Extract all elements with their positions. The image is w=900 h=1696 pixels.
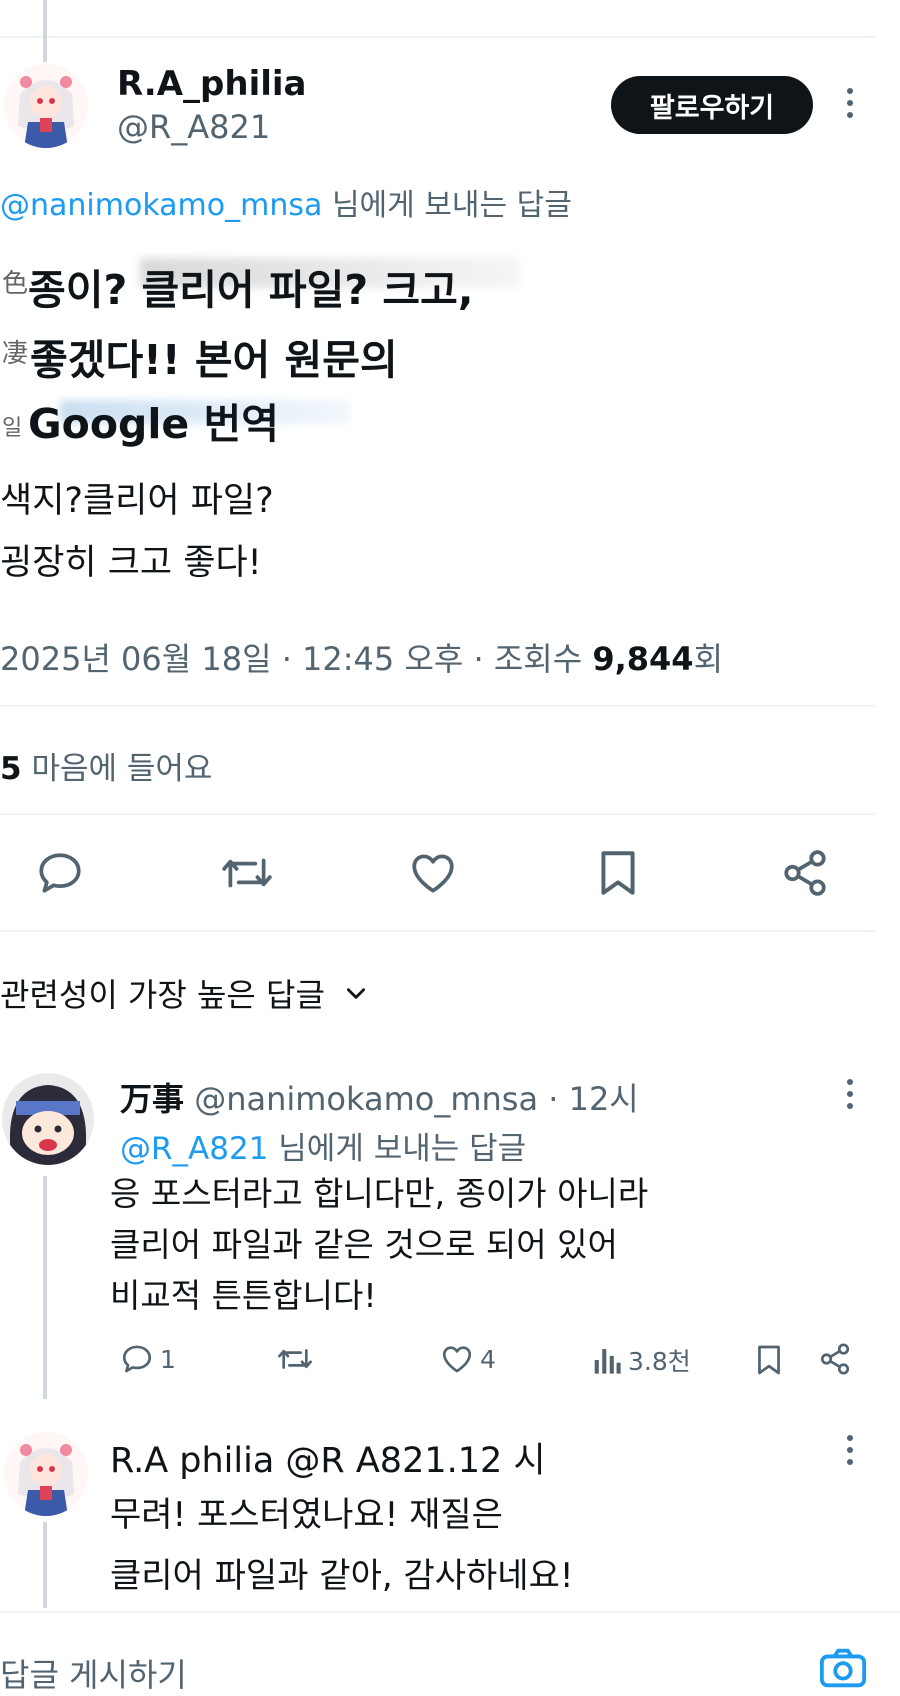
speech-bubble-icon[interactable] xyxy=(35,848,85,902)
reply1-thread-line xyxy=(43,1176,47,1399)
reply1-handle-time[interactable]: @nanimokamo_mnsa · 12시 xyxy=(194,1080,639,1118)
camera-icon[interactable] xyxy=(818,1646,868,1694)
thread-connector xyxy=(43,0,47,62)
likes-label: 마음에 들어요 xyxy=(31,751,213,787)
reply1-text-line-1: 응 포스터라고 합니다만, 종이가 아니라 xyxy=(110,1174,649,1213)
reply-to-suffix: 님에게 보내는 답글 xyxy=(331,188,572,223)
bookmark-icon xyxy=(758,1345,780,1375)
likes-count: 5 xyxy=(0,751,22,787)
reply1-views-action[interactable]: 3.8천 xyxy=(592,1342,691,1378)
replies-sort-dropdown[interactable]: 관련성이 가장 높은 답글 xyxy=(0,970,369,1016)
reply2-text-line-1: 무려! 포스터였나요! 재질은 xyxy=(110,1495,503,1535)
follow-button[interactable]: 팔로우하기 xyxy=(611,76,813,134)
ghost-glyph-1: 色 xyxy=(2,269,29,299)
divider-2 xyxy=(0,813,875,815)
reply1-retweet-action[interactable] xyxy=(276,1342,314,1376)
reply1-like-count: 4 xyxy=(480,1344,496,1374)
tweet-text-line-1: 색지?클리어 파일? xyxy=(0,481,274,521)
bookmark-icon[interactable] xyxy=(595,848,641,902)
author-name[interactable]: R.A_philia xyxy=(117,64,307,104)
reply2-text-line-2: 클리어 파일과 같아, 감사하네요! xyxy=(110,1556,574,1596)
heart-icon xyxy=(442,1346,472,1373)
reply1-like-action[interactable]: 4 xyxy=(440,1342,496,1376)
share-icon[interactable] xyxy=(780,848,830,902)
reply1-more-icon[interactable] xyxy=(844,1079,856,1115)
ghost-glyph-3: 일 xyxy=(2,416,23,441)
chevron-down-icon xyxy=(346,988,365,999)
divider-3 xyxy=(0,930,875,932)
divider-1 xyxy=(0,705,875,707)
translation-line-2: 좋겠다!! 본어 원문의 xyxy=(30,336,398,384)
reply1-reply-to-handle[interactable]: @R_A821 xyxy=(120,1131,268,1167)
author-handle[interactable]: @R_A821 xyxy=(117,108,270,146)
reply1-reply-to: @R_A821 님에게 보내는 답글 xyxy=(120,1123,526,1168)
reply-composer-input[interactable]: 답글 게시하기 xyxy=(0,1650,187,1696)
reply1-reply-count: 1 xyxy=(160,1344,176,1374)
tweet-text-line-2: 굉장히 크고 좋다! xyxy=(0,543,262,583)
retweet-icon xyxy=(278,1349,312,1369)
tweet-meta: 2025년 06월 18일 · 12:45 오후 · 조회수 9,844회 xyxy=(0,634,723,680)
speech-bubble-icon xyxy=(122,1345,152,1373)
ghost-glyph-2: 凄 xyxy=(2,339,29,369)
reply1-reply-action[interactable]: 1 xyxy=(120,1342,176,1376)
reply1-bookmark-action[interactable] xyxy=(754,1342,784,1378)
heart-icon[interactable] xyxy=(408,848,458,902)
share-icon xyxy=(820,1343,850,1375)
reply2-header[interactable]: R.A philia @R A821.12 시 xyxy=(110,1432,546,1483)
reply-to-handle-link[interactable]: @nanimokamo_mnsa xyxy=(0,188,322,223)
reply1-text-line-2: 클리어 파일과 같은 것으로 되어 있어 xyxy=(110,1225,618,1264)
author-avatar[interactable] xyxy=(4,64,88,148)
reply1-text-line-3: 비교적 튼튼합니다! xyxy=(110,1276,377,1315)
reply2-more-icon[interactable] xyxy=(844,1435,856,1471)
replies-sort-label: 관련성이 가장 높은 답글 xyxy=(0,976,325,1014)
reply1-avatar[interactable] xyxy=(2,1073,94,1165)
reply1-header: 万事 @nanimokamo_mnsa · 12시 xyxy=(120,1074,639,1120)
translation-line-3: Google 번역 xyxy=(28,400,279,448)
reply1-name[interactable]: 万事 xyxy=(120,1080,184,1118)
retweet-icon[interactable] xyxy=(220,848,274,902)
reply1-view-count: 3.8천 xyxy=(628,1347,691,1376)
reply2-thread-line xyxy=(43,1522,47,1608)
view-suffix: 회 xyxy=(693,640,724,678)
translation-line-1: 종이? 클리어 파일? 크고, xyxy=(28,266,474,314)
reply2-avatar[interactable] xyxy=(4,1432,88,1516)
reply1-reply-to-suffix: 님에게 보내는 답글 xyxy=(278,1131,527,1167)
composer-divider xyxy=(0,1611,900,1613)
more-options-icon[interactable] xyxy=(844,88,856,124)
likes-summary[interactable]: 5 마음에 들어요 xyxy=(0,743,212,788)
reply1-share-action[interactable] xyxy=(818,1342,852,1376)
reply-to-line: @nanimokamo_mnsa 님에게 보내는 답글 xyxy=(0,180,572,224)
timestamp-text[interactable]: 2025년 06월 18일 · 12:45 오후 · 조회수 xyxy=(0,640,592,678)
view-count: 9,844 xyxy=(592,640,694,678)
bar-chart-icon xyxy=(594,1349,621,1374)
top-divider xyxy=(0,36,875,38)
